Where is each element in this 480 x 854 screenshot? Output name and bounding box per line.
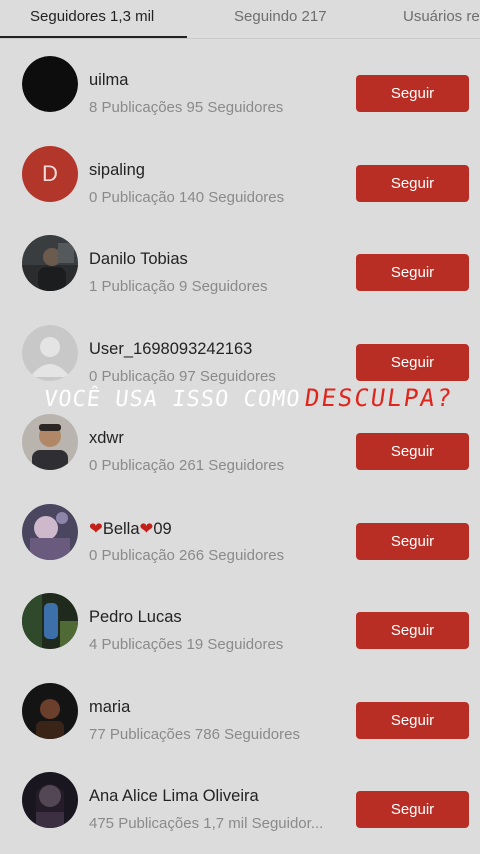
user-stats: 77 Publicações 786 Seguidores (89, 725, 300, 743)
avatar[interactable] (22, 593, 78, 649)
list-item[interactable]: D sipaling 0 Publicação 140 Seguidores S… (0, 128, 480, 218)
username[interactable]: xdwr (89, 429, 124, 448)
avatar[interactable] (22, 503, 78, 560)
avatar[interactable] (22, 56, 78, 112)
tab-suggested-users[interactable]: Usuários re (403, 0, 480, 38)
heart-icon: ❤ (89, 519, 103, 538)
follow-button[interactable]: Seguir (356, 75, 469, 112)
list-item[interactable]: Danilo Tobias 1 Publicação 9 Seguidores … (0, 217, 480, 307)
user-stats: 8 Publicações 95 Seguidores (89, 99, 284, 116)
user-stats: 0 Publicação 261 Seguidores (89, 457, 285, 474)
list-item[interactable]: maria 77 Publicações 786 Seguidores Segu… (0, 665, 480, 755)
list-item[interactable]: User_1698093242163 0 Publicação 97 Segui… (0, 307, 480, 397)
username[interactable]: Pedro Lucas (89, 608, 182, 627)
follow-button[interactable]: Seguir (356, 701, 469, 739)
follow-button[interactable]: Seguir (356, 433, 469, 470)
tab-followers[interactable]: Seguidores 1,3 mil (30, 0, 154, 38)
avatar[interactable]: D (22, 145, 78, 202)
avatar[interactable] (22, 414, 78, 470)
user-stats: 1 Publicação 9 Seguidores (89, 278, 268, 295)
list-item[interactable]: Pedro Lucas 4 Publicações 19 Seguidores … (0, 575, 480, 665)
avatar[interactable] (22, 772, 78, 828)
username[interactable]: Ana Alice Lima Oliveira (89, 787, 259, 806)
avatar[interactable] (22, 682, 78, 739)
avatar-initial: D (42, 160, 58, 186)
user-stats: 0 Publicação 97 Seguidores (89, 367, 276, 385)
follow-button[interactable]: Seguir (356, 343, 469, 381)
follow-button[interactable]: Seguir (356, 164, 469, 202)
avatar[interactable] (22, 235, 78, 291)
tab-following[interactable]: Seguindo 217 (234, 0, 327, 38)
username[interactable]: User_1698093242163 (89, 340, 252, 359)
tab-bar: Seguidores 1,3 mil Seguindo 217 Usuários… (0, 0, 480, 39)
list-item[interactable]: Ana Alice Lima Oliveira 475 Publicações … (0, 754, 480, 844)
list-item[interactable]: xdwr 0 Publicação 261 Seguidores Seguir (0, 396, 480, 486)
user-stats: 0 Publicação 266 Seguidores (89, 546, 285, 564)
username[interactable]: maria (89, 698, 130, 717)
heart-icon: ❤ (139, 519, 154, 538)
user-stats: 4 Publicações 19 Seguidores (89, 636, 284, 653)
list-item[interactable]: ❤Bella❤09 0 Publicação 266 Seguidores Se… (0, 486, 480, 576)
username[interactable]: ❤Bella❤09 (89, 519, 172, 539)
follow-button[interactable]: Seguir (356, 612, 469, 649)
follow-button[interactable]: Seguir (356, 522, 469, 560)
username[interactable]: uilma (89, 71, 128, 90)
username-suffix: 09 (153, 519, 172, 538)
user-stats: 0 Publicação 140 Seguidores (89, 188, 285, 206)
follow-button[interactable]: Seguir (356, 791, 469, 828)
username[interactable]: sipaling (89, 161, 145, 180)
follow-button[interactable]: Seguir (356, 254, 469, 291)
username-text: Bella (102, 519, 140, 538)
followers-list: uilma 8 Publicações 95 Seguidores Seguir… (0, 38, 480, 844)
username[interactable]: Danilo Tobias (89, 250, 188, 269)
list-item[interactable]: uilma 8 Publicações 95 Seguidores Seguir (0, 38, 480, 128)
user-stats: 475 Publicações 1,7 mil Seguidor... (89, 815, 324, 832)
avatar[interactable] (22, 324, 78, 381)
